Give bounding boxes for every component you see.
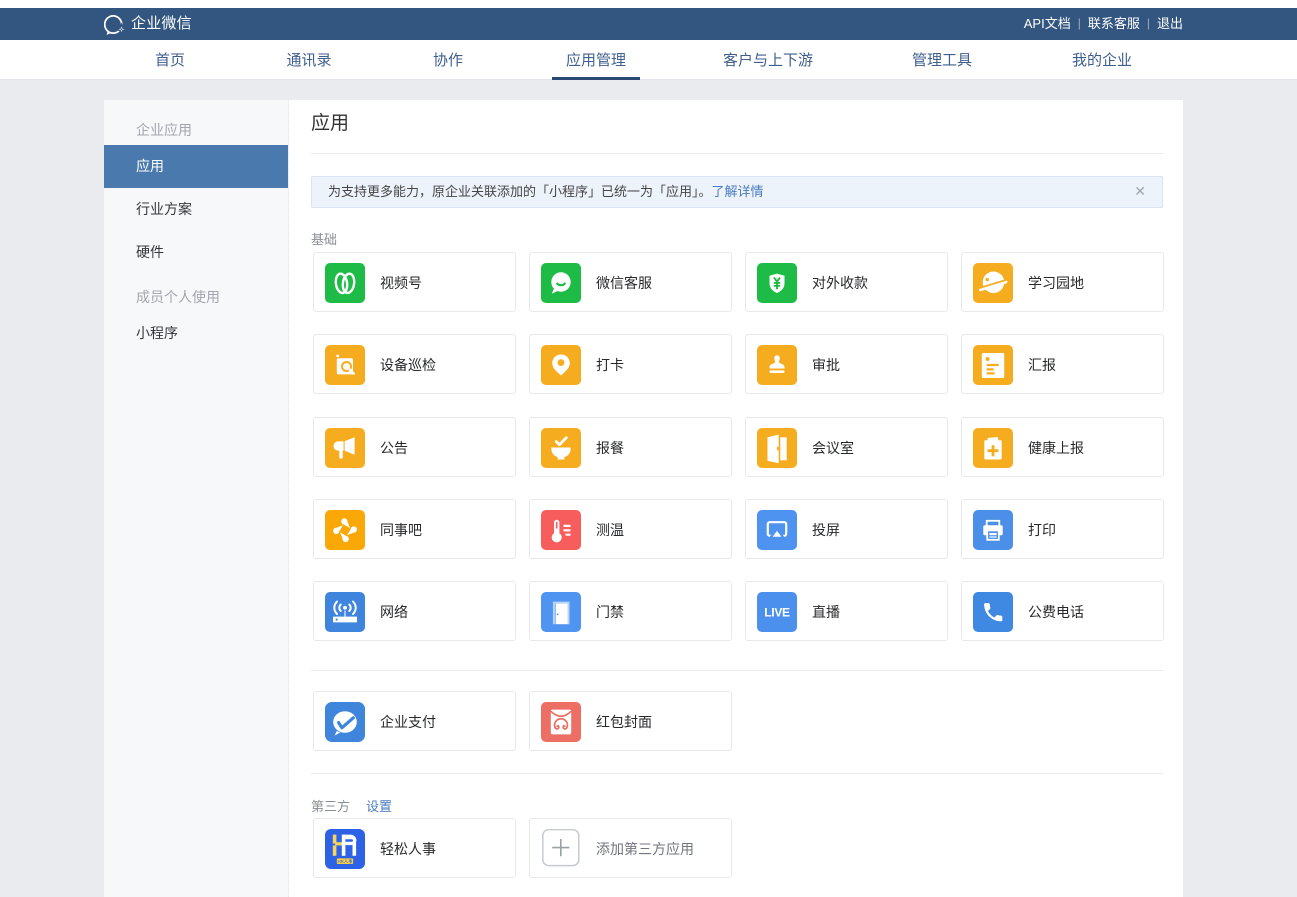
svg-text:LIVE: LIVE — [764, 606, 790, 620]
svg-text:HR人事: HR人事 — [337, 858, 353, 865]
